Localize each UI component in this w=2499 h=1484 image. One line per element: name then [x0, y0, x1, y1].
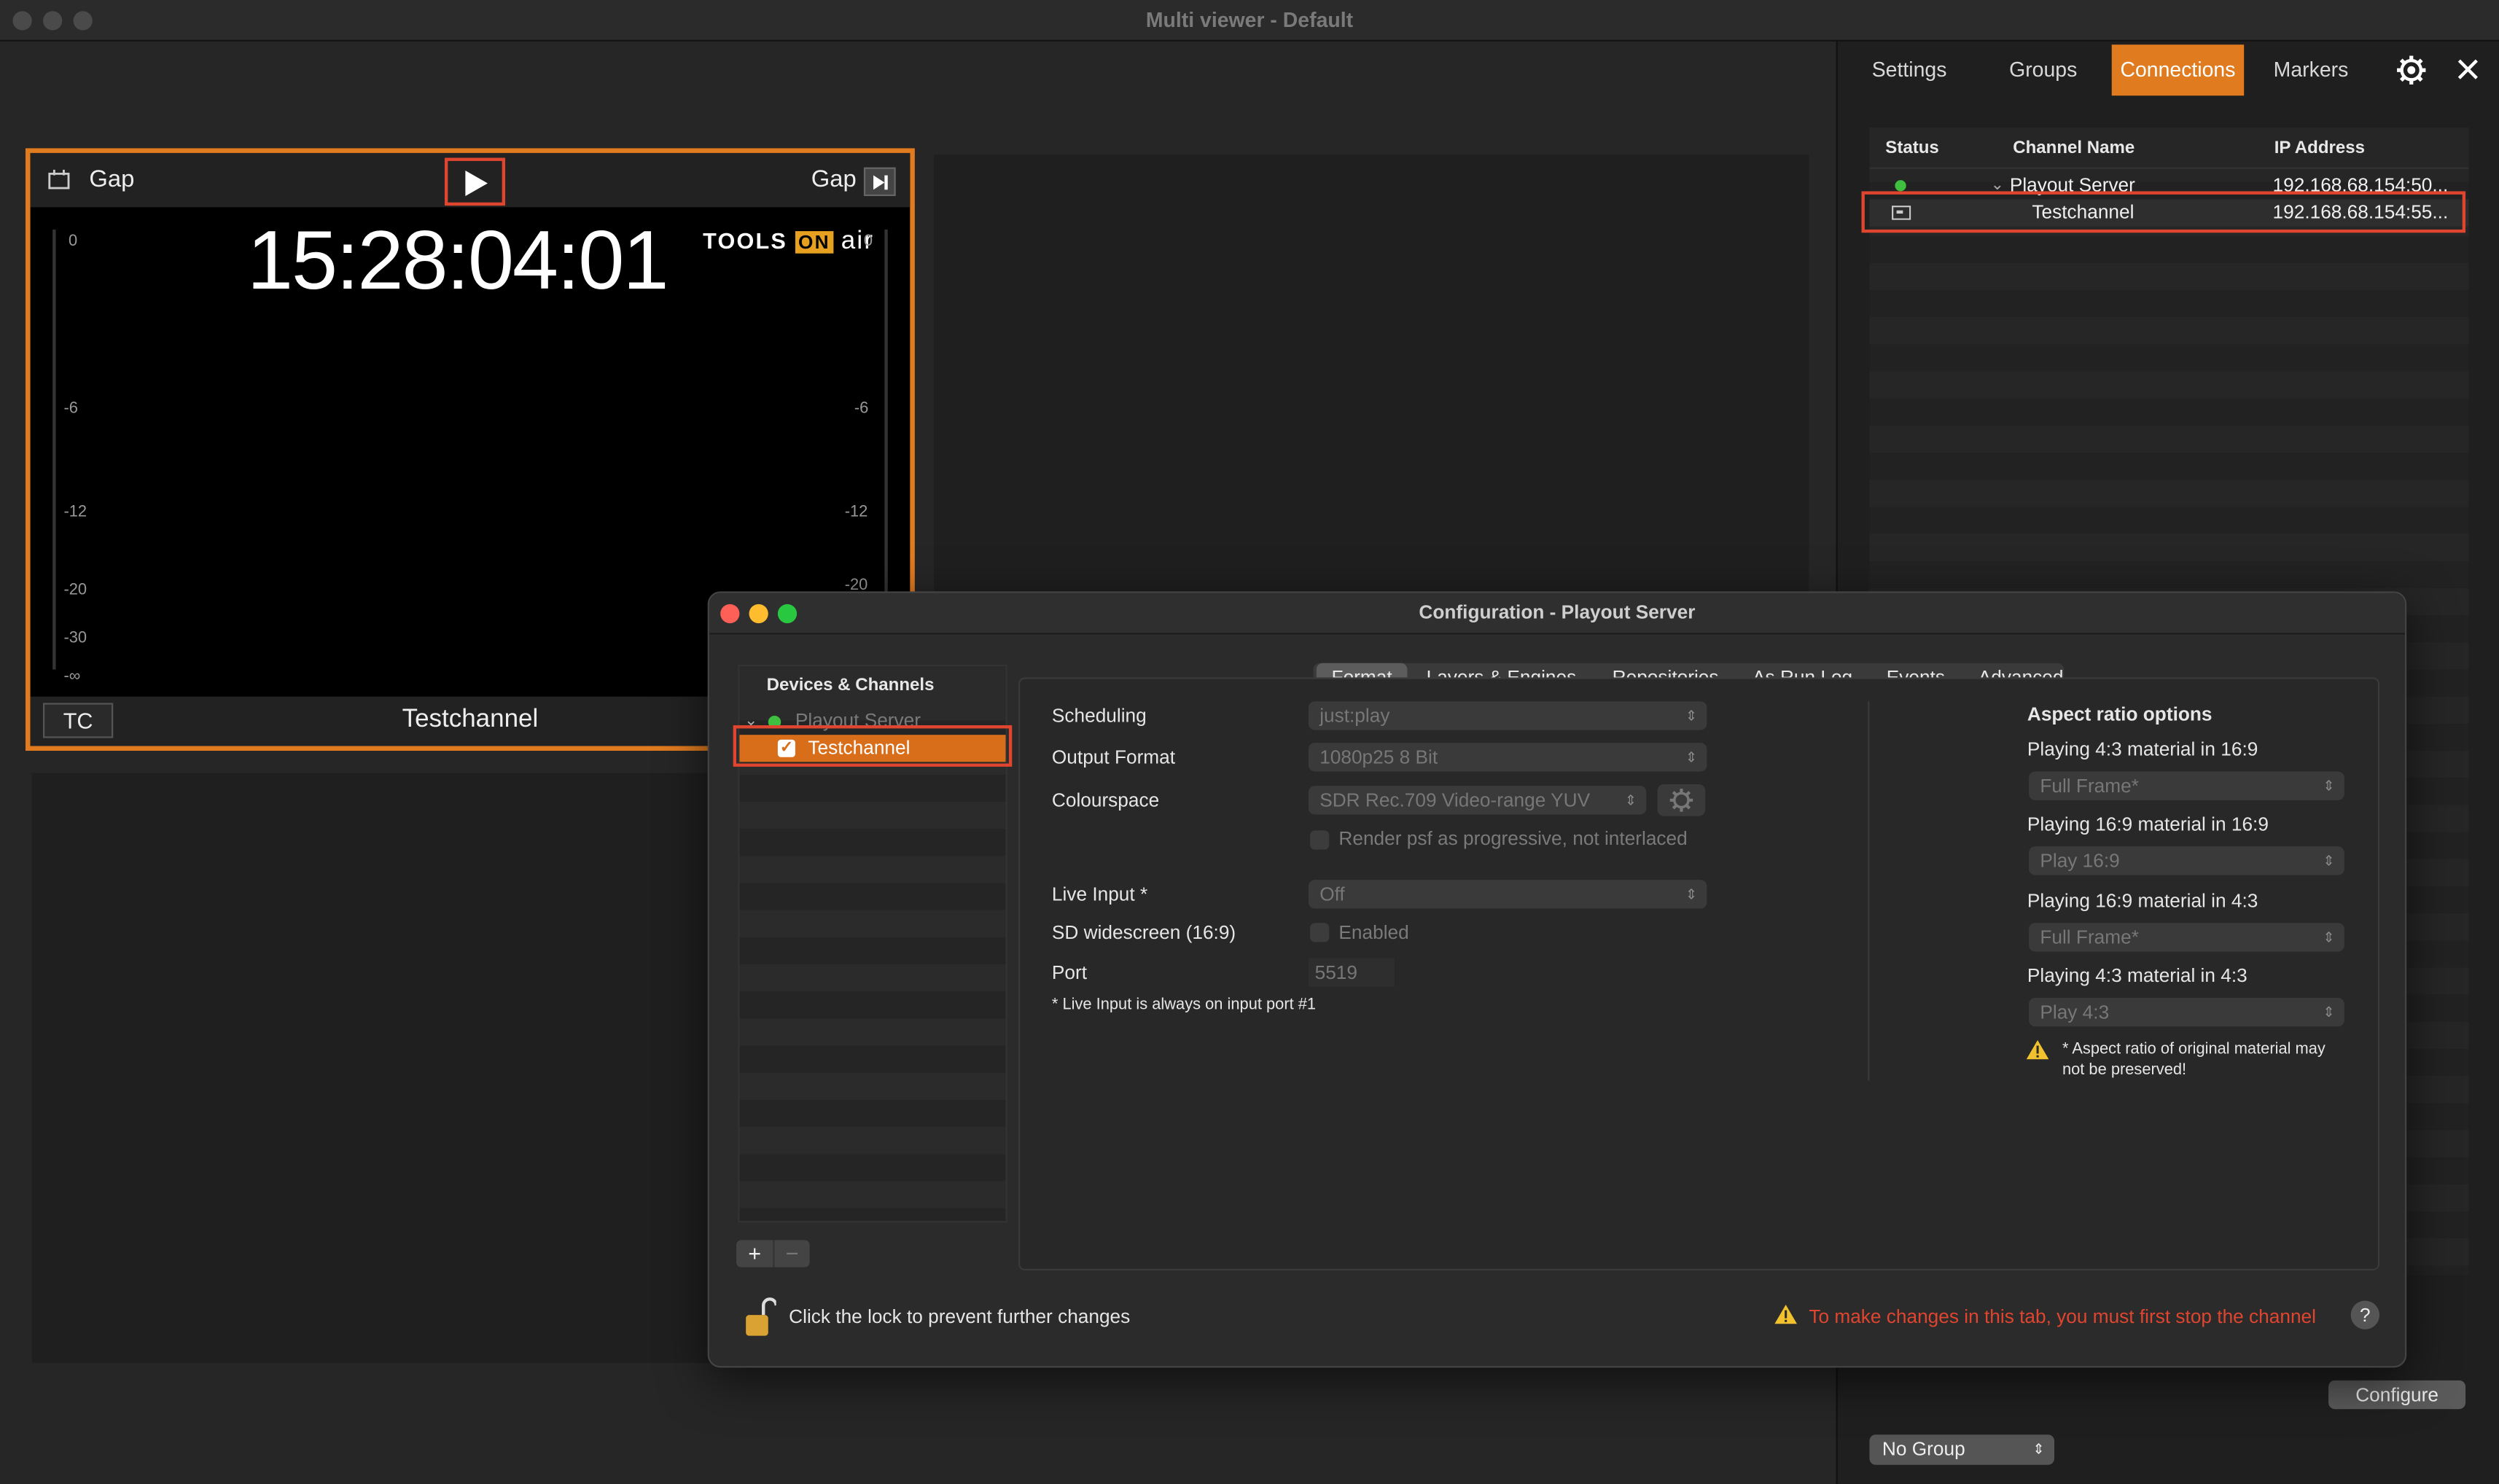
updown-icon: ⇕: [1624, 792, 1637, 808]
skip-next-button[interactable]: [863, 167, 896, 196]
column-channel-name[interactable]: Channel Name: [2013, 128, 2135, 169]
meter-tick: -12: [63, 504, 87, 522]
tile-left-label: Gap: [89, 165, 135, 193]
calendar-icon[interactable]: [48, 169, 71, 190]
psf-label: Render psf as progressive, not interlace…: [1338, 827, 1688, 850]
updown-icon: ⇕: [2032, 1440, 2045, 1457]
aspect-warning: * Aspect ratio of original material may …: [2062, 1041, 2325, 1079]
aspect-select[interactable]: Full Frame* ⇕: [2029, 923, 2344, 952]
column-ip-address[interactable]: IP Address: [2274, 128, 2365, 169]
updown-icon: ⇕: [2323, 1004, 2335, 1020]
aspect-label: Playing 4:3 material in 16:9: [2027, 738, 2258, 761]
status-dot: [1895, 180, 1906, 192]
timecode-display: 15:28:04:01: [246, 215, 669, 308]
configure-button[interactable]: Configure: [2328, 1380, 2466, 1410]
tab-markers[interactable]: Markers: [2258, 44, 2363, 95]
close-icon[interactable]: [2457, 59, 2478, 79]
tile-right-label: Gap: [811, 165, 857, 193]
tab-groups[interactable]: Groups: [1991, 44, 2096, 95]
meter-tick: -6: [63, 399, 78, 418]
aspect-title: Aspect ratio options: [2027, 703, 2213, 726]
window-title: Multi viewer - Default: [1145, 7, 1354, 32]
aspect-label: Playing 16:9 material in 4:3: [2027, 889, 2258, 912]
live-input-note: * Live Input is always on input port #1: [1051, 996, 1317, 1014]
add-remove-group: + −: [736, 1240, 810, 1268]
dialog-zoom-light[interactable]: [777, 604, 798, 624]
colourspace-label: Colourspace: [1051, 789, 1160, 812]
sd-widescreen-checkbox[interactable]: [1310, 923, 1330, 942]
table-header: [1869, 127, 2469, 169]
add-button[interactable]: +: [736, 1240, 773, 1267]
output-format-label: Output Format: [1051, 746, 1176, 769]
window-titlebar: Multi viewer - Default: [0, 0, 2499, 42]
play-button-highlight[interactable]: [444, 157, 506, 206]
column-divider: [1868, 701, 1870, 1081]
port-label: Port: [1051, 961, 1088, 984]
meter-tick: -30: [63, 629, 87, 647]
sd-widescreen-label: SD widescreen (16:9): [1051, 921, 1236, 944]
skip-next-icon: [873, 175, 888, 190]
aspect-select[interactable]: Play 4:3 ⇕: [2029, 997, 2344, 1027]
group-select[interactable]: No Group ⇕: [1869, 1434, 2055, 1465]
devices-header: Devices & Channels: [739, 666, 1006, 705]
output-format-select[interactable]: 1080p25 8 Bit ⇕: [1308, 743, 1707, 772]
tile-header: Gap Gap: [30, 152, 911, 208]
psf-checkbox[interactable]: [1310, 830, 1330, 850]
aspect-label: Playing 4:3 material in 4:3: [2027, 964, 2247, 987]
aspect-label: Playing 16:9 material in 16:9: [2027, 813, 2269, 835]
help-button[interactable]: ?: [2350, 1300, 2380, 1329]
tab-settings[interactable]: Settings: [1854, 44, 1965, 95]
meter-tick: -∞: [63, 668, 81, 686]
dialog-close-light[interactable]: [720, 604, 740, 624]
row-highlight: [1861, 191, 2466, 233]
remove-button[interactable]: −: [773, 1240, 809, 1268]
aspect-select[interactable]: Play 16:9 ⇕: [2029, 846, 2344, 875]
aspect-select[interactable]: Full Frame* ⇕: [2029, 771, 2344, 800]
updown-icon: ⇕: [1685, 707, 1698, 724]
meter-tick: -6: [854, 399, 869, 418]
live-input-label: Live Input *: [1051, 883, 1148, 906]
column-status[interactable]: Status: [1885, 128, 1939, 169]
dialog-title: Configuration - Playout Server: [709, 593, 2406, 635]
gear-icon[interactable]: [2395, 54, 2428, 86]
scheduling-label: Scheduling: [1051, 704, 1147, 727]
tools-on-air-logo: TOOLS ON air: [703, 227, 875, 255]
gear-icon: [1669, 789, 1693, 812]
stop-channel-warning: To make changes in this tab, you must fi…: [1809, 1305, 2316, 1328]
updown-icon: ⇕: [2323, 929, 2335, 945]
meter-tick: 0: [69, 233, 78, 251]
configuration-dialog: Configuration - Playout Server Devices &…: [707, 591, 2407, 1368]
updown-icon: ⇕: [2323, 778, 2335, 794]
audio-meter-left: [52, 229, 56, 670]
colourspace-select[interactable]: SDR Rec.709 Video-range YUV ⇕: [1308, 786, 1647, 815]
meter-tick: 0: [863, 233, 873, 251]
warning-icon: [2026, 1039, 2049, 1060]
dialog-minimize-light[interactable]: [749, 604, 768, 624]
port-field[interactable]: 5519: [1308, 958, 1395, 987]
meter-tick: -20: [63, 582, 87, 600]
play-icon[interactable]: [464, 169, 489, 198]
colourspace-settings-button[interactable]: [1657, 784, 1706, 816]
lock-hint: Click the lock to prevent further change…: [789, 1305, 1131, 1328]
meter-tick: -12: [844, 504, 868, 522]
warning-icon: [1774, 1304, 1797, 1324]
updown-icon: ⇕: [1685, 886, 1698, 902]
sd-widescreen-value: Enabled: [1338, 921, 1409, 944]
tab-connections[interactable]: Connections: [2111, 44, 2245, 96]
updown-icon: ⇕: [1685, 749, 1698, 765]
unlocked-icon[interactable]: [744, 1296, 776, 1337]
scheduling-select[interactable]: just:play ⇕: [1308, 701, 1707, 730]
channel-highlight: [733, 725, 1013, 767]
live-input-select[interactable]: Off ⇕: [1308, 880, 1707, 909]
updown-icon: ⇕: [2323, 852, 2335, 869]
